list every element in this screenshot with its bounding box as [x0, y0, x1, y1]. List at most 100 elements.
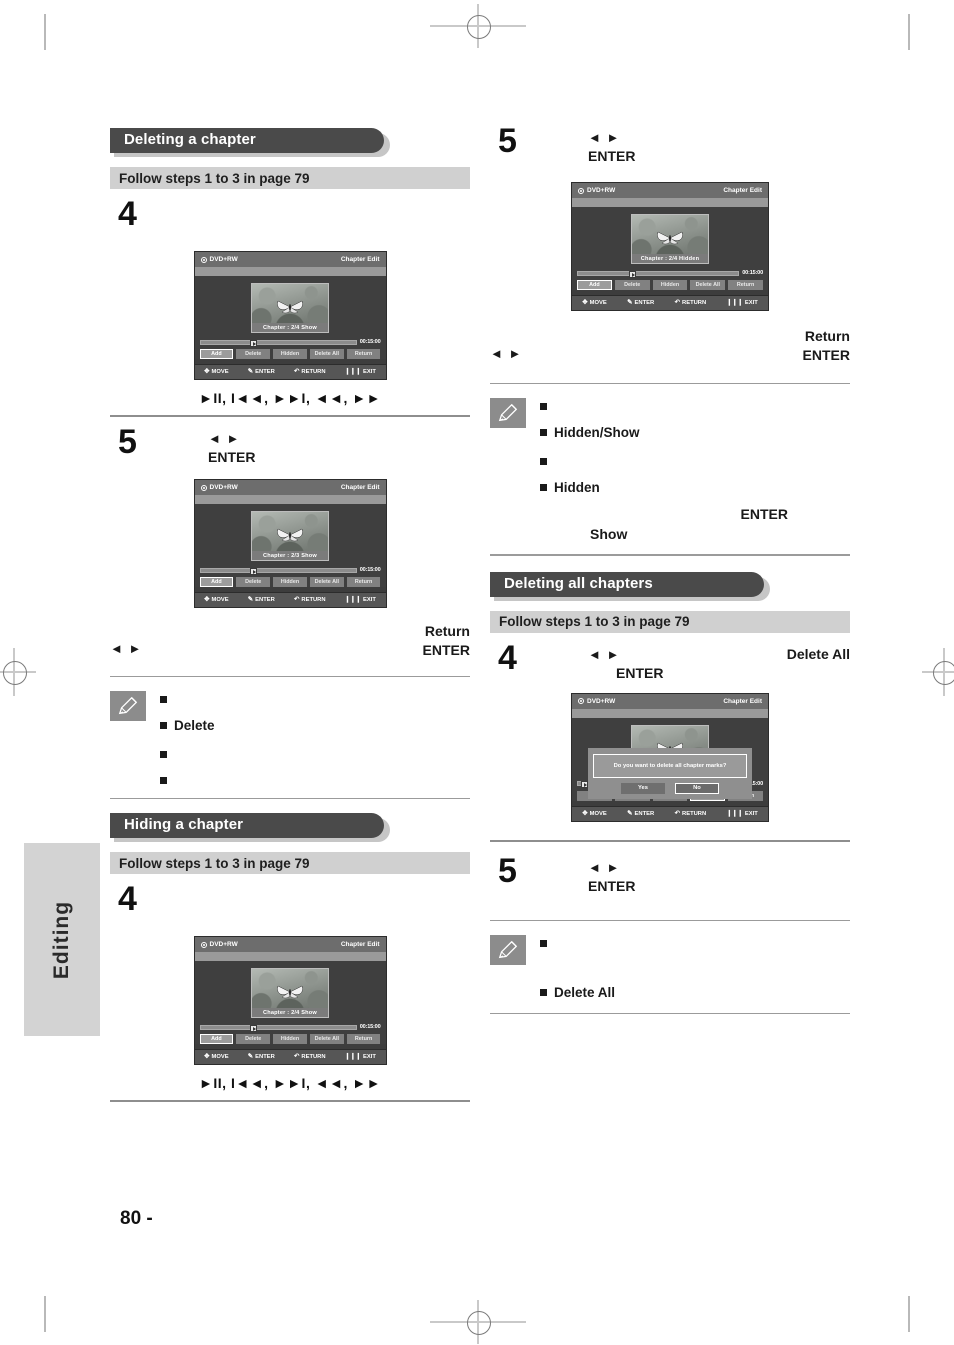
- key-hint-return-enter-1: ◄ ► Return ENTER: [110, 622, 470, 660]
- osd-button-hidden[interactable]: Hidden: [273, 349, 307, 359]
- osd-time: 00:15:00: [742, 270, 763, 276]
- osd-subbar: [194, 267, 386, 276]
- arrow-keys-label: ◄ ►: [110, 641, 143, 656]
- progress-track[interactable]: [199, 1024, 357, 1032]
- osd-button-return[interactable]: Return: [346, 349, 381, 359]
- osd-button-add[interactable]: Add: [199, 577, 234, 587]
- disc-icon: [200, 256, 207, 263]
- section-title-text: Hiding a chapter: [124, 816, 244, 834]
- osd-button-return[interactable]: Return: [728, 280, 763, 290]
- progress-track[interactable]: [577, 270, 740, 278]
- osd-button-hidden[interactable]: Hidden: [273, 577, 307, 587]
- osd-footer-return-label: RETURN: [301, 369, 326, 375]
- enter-icon: ✎: [247, 367, 254, 375]
- butterfly-icon: [277, 300, 303, 314]
- note-list: Hidden/Show Hidden: [490, 398, 850, 496]
- osd-body: Chapter : 2/4 Show 00:15:00 Add Delete H…: [194, 961, 386, 1045]
- osd-footer-exit: ❙❙❙ EXIT: [344, 367, 376, 376]
- disc-icon: [200, 484, 207, 491]
- osd-footer-exit-label: EXIT: [744, 300, 758, 306]
- exit-icon: ❙❙❙: [726, 809, 743, 817]
- note-block-deleting-all: Delete All: [490, 935, 850, 1002]
- note-block-deleting-chapter: Delete: [110, 691, 470, 787]
- osd-footer-move-label: MOVE: [211, 369, 229, 375]
- move-icon: ✥: [204, 595, 210, 603]
- butterfly-icon: [657, 231, 683, 245]
- osd-button-delete-all[interactable]: Delete All: [309, 1034, 344, 1045]
- divider-1: [110, 415, 470, 417]
- follow-steps-band-hiding-chapter: Follow steps 1 to 3 in page 79: [110, 852, 470, 875]
- osd-button-delete[interactable]: Delete: [236, 1034, 271, 1045]
- osd-footer-enter-label: ENTER: [634, 810, 655, 817]
- osd-footer: ✥ MOVE ✎ ENTER ↶ RETURN ❙❙❙ EXIT: [194, 592, 386, 607]
- progress-knob[interactable]: [250, 567, 258, 575]
- osd-footer-exit-label: EXIT: [363, 1054, 376, 1061]
- progress-knob[interactable]: [250, 339, 258, 347]
- return-icon: ↶: [293, 595, 300, 603]
- osd-disc-label: DVD+RW: [587, 187, 616, 194]
- osd-button-delete[interactable]: Delete: [236, 349, 271, 359]
- enter-key-label: ENTER: [422, 641, 470, 658]
- step-4-hiding-chapter: 4: [110, 882, 470, 926]
- right-column: 5 ◄ ► ENTER DVD+RW Chapter Edit Chapter …: [490, 124, 850, 1015]
- osd-chapter-edit-dialog: DVD+RW Chapter Edit Do you want to delet…: [571, 692, 769, 822]
- osd-time: 00:15:00: [359, 567, 381, 573]
- step-5-deleting-all: 5 ◄ ► ENTER: [490, 854, 850, 898]
- osd-button-return[interactable]: Return: [346, 1034, 381, 1045]
- registration-mark-top: [430, 4, 526, 48]
- note-item: Hidden: [540, 479, 850, 497]
- osd-button-add[interactable]: Add: [199, 349, 234, 359]
- progress-knob[interactable]: [629, 270, 637, 278]
- progress-track[interactable]: [199, 339, 357, 347]
- osd-time: 00:15:00: [359, 1024, 381, 1031]
- enter-key-label: ENTER: [208, 448, 256, 465]
- osd-button-delete-all[interactable]: Delete All: [309, 577, 344, 587]
- exit-icon: ❙❙❙: [726, 298, 743, 306]
- osd-header: DVD+RW Chapter Edit: [572, 693, 768, 709]
- registration-mark-left: [0, 648, 36, 696]
- osd-progress[interactable]: 00:15:00: [199, 1024, 381, 1032]
- enter-key-label: ENTER: [616, 664, 664, 681]
- osd-button-add[interactable]: Add: [199, 1034, 234, 1045]
- progress-knob[interactable]: [250, 1024, 258, 1032]
- osd-footer-enter-label: ENTER: [255, 597, 275, 603]
- note-list: Delete: [110, 691, 470, 787]
- osd-button-hidden[interactable]: Hidden: [652, 280, 688, 290]
- note-pencil-icon: [110, 691, 146, 722]
- dialog-yes-button[interactable]: Yes: [621, 782, 665, 794]
- step-text: [208, 886, 470, 906]
- osd-button-return[interactable]: Return: [346, 577, 381, 587]
- osd-button-hidden[interactable]: Hidden: [273, 1034, 307, 1045]
- step-text: ◄ ► ENTER: [588, 858, 850, 896]
- dialog-no-button[interactable]: No: [675, 782, 719, 794]
- osd-footer-return-label: RETURN: [682, 300, 707, 306]
- osd-button-add[interactable]: Add: [577, 280, 612, 290]
- move-icon: ✥: [204, 1053, 210, 1061]
- show-label: Show: [590, 526, 628, 543]
- divider-4: [110, 1100, 470, 1103]
- exit-icon: ❙❙❙: [344, 367, 362, 375]
- osd-button-delete-all[interactable]: Delete All: [309, 349, 344, 359]
- osd-progress[interactable]: 00:15:00: [577, 270, 763, 278]
- osd-disc-label: DVD+RW: [209, 941, 238, 949]
- osd-progress[interactable]: 00:15:00: [199, 339, 381, 347]
- left-column: Deleting a chapter Follow steps 1 to 3 i…: [110, 128, 470, 1103]
- osd-button-delete-all[interactable]: Delete All: [690, 280, 726, 290]
- osd-button-delete[interactable]: Delete: [236, 577, 271, 587]
- osd-footer-move: ✥ MOVE: [204, 595, 229, 604]
- osd-button-row: Add Delete Hidden Delete All Return: [199, 1034, 381, 1045]
- arrow-keys-label: ◄ ►: [208, 431, 241, 446]
- osd-progress[interactable]: 00:15:00: [199, 567, 381, 575]
- enter-icon: ✎: [627, 809, 633, 817]
- osd-body: Chapter : 2/4 Show 00:15:00 Add Delete H…: [194, 276, 386, 359]
- move-icon: ✥: [582, 809, 588, 817]
- arrow-keys-label: ◄ ►: [588, 130, 621, 145]
- step-number: 5: [498, 851, 517, 890]
- note-item: Delete All: [540, 984, 850, 1002]
- move-icon: ✥: [582, 298, 588, 306]
- return-icon: ↶: [674, 809, 681, 817]
- osd-footer-enter: ✎ ENTER: [248, 596, 275, 604]
- chapter-caption: Chapter : 2/3 Show: [252, 551, 328, 560]
- osd-button-delete[interactable]: Delete: [614, 280, 650, 290]
- progress-track[interactable]: [199, 567, 357, 575]
